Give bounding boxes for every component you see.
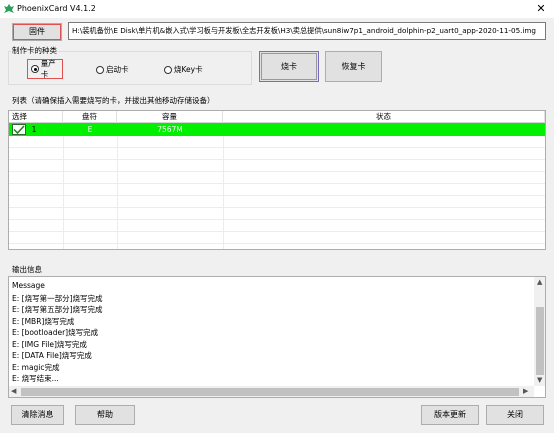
radio-selected-icon	[31, 65, 39, 73]
column-drive[interactable]: 盘符	[63, 111, 117, 123]
firmware-button[interactable]: 固件	[12, 23, 62, 41]
list-header: 选择 盘符 容量 状态	[9, 111, 545, 123]
empty-row	[9, 148, 545, 160]
log-line: E: [IMG File]烧写完成	[12, 340, 87, 349]
checkbox-checked-icon[interactable]	[12, 124, 26, 135]
empty-row	[9, 196, 545, 208]
empty-row	[9, 184, 545, 196]
card-list[interactable]: 选择 盘符 容量 状态 1 E 7567M	[8, 110, 546, 250]
radio-unselected-icon	[96, 65, 104, 74]
log-line: E: [烧写第五部分]烧写完成	[12, 305, 103, 314]
radio-boot-label: 启动卡	[106, 65, 129, 74]
log-line: E: [DATA File]烧写完成	[12, 351, 92, 360]
firmware-path-field[interactable]: H:\装机备份\E Disk\单片机&嵌入式\学习板与开发板\全志开发板\H3\…	[68, 22, 546, 40]
window-close-icon[interactable]: ✕	[530, 1, 552, 17]
scroll-up-icon[interactable]: ▲	[537, 278, 542, 286]
log-line: E: magic完成	[12, 363, 60, 372]
empty-row	[9, 160, 545, 172]
horizontal-scrollbar[interactable]: ◀ ▶	[9, 386, 534, 397]
radio-mass-label: 量产卡	[40, 59, 56, 79]
help-button[interactable]: 帮助	[75, 405, 135, 425]
radio-mass-production-card[interactable]: 量产卡	[27, 59, 63, 79]
column-divider	[223, 136, 224, 249]
scroll-right-icon[interactable]: ▶	[523, 387, 528, 395]
phoenix-app-icon	[4, 4, 14, 13]
list-group-label: 列表（请确保插入需要烧写的卡，并拔出其他移动存储设备）	[11, 95, 216, 106]
scroll-down-icon[interactable]: ▼	[537, 376, 542, 384]
column-divider	[63, 136, 64, 249]
burn-card-button[interactable]: 烧卡	[259, 51, 319, 82]
clear-messages-button[interactable]: 清除消息	[11, 405, 64, 425]
empty-row	[9, 232, 545, 244]
radio-key-label: 烧Key卡	[174, 65, 203, 74]
column-divider	[117, 136, 118, 249]
version-update-button[interactable]: 版本更新	[421, 405, 479, 425]
window-title: PhoenixCard V4.1.2	[17, 4, 96, 13]
row-status	[223, 123, 545, 136]
output-group-label: 输出信息	[11, 264, 43, 275]
empty-row	[9, 208, 545, 220]
log-line: E: 烧写结束...	[12, 374, 59, 383]
scroll-left-icon[interactable]: ◀	[11, 387, 16, 395]
row-index: 1	[31, 125, 37, 134]
row-capacity: 7567M	[157, 125, 183, 134]
radio-key-card[interactable]: 烧Key卡	[164, 64, 203, 75]
log-line: E: [烧写第一部分]烧写完成	[12, 294, 103, 303]
output-log[interactable]: Message E: [烧写第一部分]烧写完成 E: [烧写第五部分]烧写完成 …	[8, 276, 546, 398]
log-line: E: [bootloader]烧写完成	[12, 328, 99, 337]
restore-card-button[interactable]: 恢复卡	[325, 51, 382, 82]
title-bar: PhoenixCard V4.1.2 ✕	[0, 0, 554, 18]
horizontal-scroll-thumb[interactable]	[21, 388, 519, 396]
radio-boot-card[interactable]: 启动卡	[96, 64, 129, 75]
log-line: E: [MBR]烧写完成	[12, 317, 75, 326]
vertical-scrollbar[interactable]: ▲ ▼	[534, 277, 545, 386]
close-button[interactable]: 关闭	[486, 405, 544, 425]
row-drive: E	[87, 125, 93, 134]
log-line: Message	[12, 281, 45, 290]
table-row[interactable]: 1 E 7567M	[9, 123, 545, 136]
empty-row	[9, 220, 545, 232]
radio-unselected-icon	[164, 65, 172, 74]
column-status[interactable]: 状态	[223, 111, 545, 123]
column-capacity[interactable]: 容量	[117, 111, 223, 123]
empty-row	[9, 136, 545, 148]
card-type-group-label: 制作卡的种类	[11, 45, 58, 56]
vertical-scroll-thumb[interactable]	[536, 307, 544, 375]
column-select[interactable]: 选择	[9, 111, 63, 123]
empty-row	[9, 172, 545, 184]
